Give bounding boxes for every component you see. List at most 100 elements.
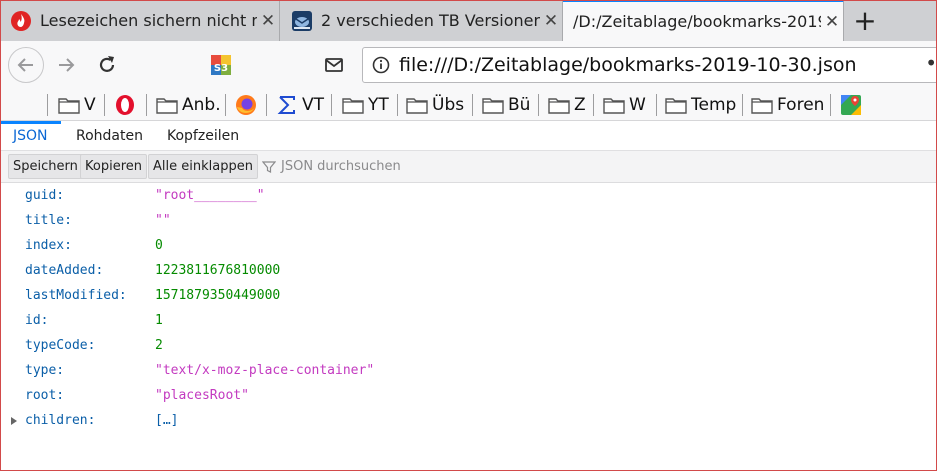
tab-json-file[interactable]: /D:/Zeitablage/bookmarks-2019 ✕ [563,0,844,41]
tab-bookmarks-forum[interactable]: Lesezeichen sichern nicht m ✕ [0,0,280,41]
url-text: file:///D:/Zeitablage/bookmarks-2019-10-… [399,54,857,76]
flame-icon [11,10,31,31]
bookmark-firefox[interactable] [235,93,257,117]
separator [47,94,48,116]
new-tab-button[interactable]: + [846,0,884,41]
bookmark-folder-yt[interactable]: YT [342,93,389,117]
tab-strip: Lesezeichen sichern nicht m ✕ 2 verschie… [0,0,937,41]
folder-icon [406,98,428,114]
json-value: 2 [155,338,163,353]
bookmark-folder-uebs[interactable]: Übs [406,93,464,117]
separator [593,94,594,116]
bookmark-folder-temp[interactable]: Temp [665,93,736,117]
bookmark-label: YT [368,95,389,115]
s3-extension-button[interactable]: S3 [205,49,237,81]
folder-icon [665,98,687,114]
json-value: 0 [155,238,163,253]
tab-json[interactable]: JSON [0,121,60,151]
collapse-all-button[interactable]: Alle einklappen [148,154,258,179]
tab-headers[interactable]: Kopfzeilen [167,121,239,151]
copy-button[interactable]: Kopieren [80,154,147,179]
folder-icon [342,98,364,114]
separator [331,94,332,116]
sigma-icon [277,96,295,114]
bookmark-label: W [629,95,646,115]
maps-icon [841,95,861,115]
bookmark-folder-anb[interactable]: Anb. [156,93,221,117]
folder-icon [58,98,80,114]
bookmark-label: VT [302,95,325,115]
bookmark-folder-w[interactable]: W [603,93,646,117]
mail-button[interactable] [318,49,350,81]
tab-raw-data[interactable]: Rohdaten [76,121,143,151]
arrow-right-icon [59,58,75,72]
folder-icon [548,98,570,114]
bookmark-opera[interactable] [114,93,136,117]
json-row[interactable]: guid: "root________" [0,184,937,209]
reload-button[interactable] [91,49,123,81]
json-row[interactable]: index: 0 [0,234,937,259]
s3-extension-icon: S3 [211,55,231,75]
json-key: type: [25,363,65,378]
folder-icon [482,98,504,114]
bookmark-folder-bue[interactable]: Bü [482,93,530,117]
reload-icon [99,56,115,72]
separator [104,94,105,116]
opera-icon [116,95,134,115]
json-key: guid: [25,188,65,203]
folder-icon [751,98,773,114]
separator [830,94,831,116]
back-button[interactable] [8,47,44,83]
bookmark-maps[interactable] [840,93,862,117]
url-bar[interactable]: file:///D:/Zeitablage/bookmarks-2019-10-… [362,47,937,83]
json-row[interactable]: root: "placesRoot" [0,384,937,409]
json-row[interactable]: title: "" [0,209,937,234]
bookmark-vt[interactable]: VT [276,93,324,117]
separator [538,94,539,116]
json-row[interactable]: id: 1 [0,309,937,334]
json-filter[interactable]: JSON durchsuchen [262,154,401,179]
json-key: root: [25,388,65,403]
json-value: 1223811676810000 [155,263,281,278]
separator [266,94,267,116]
json-row[interactable]: dateAdded: 1223811676810000 [0,259,937,284]
info-icon [372,56,390,74]
json-key: index: [25,238,72,253]
firefox-icon [236,95,256,115]
json-key: lastModified: [25,288,127,303]
page-actions-icon[interactable]: • [925,51,937,75]
json-row[interactable]: lastModified: 1571879350449000 [0,284,937,309]
json-value: "root________" [155,188,265,203]
bookmark-label: Bü [508,95,531,115]
bookmark-label: Anb. [182,95,221,115]
forward-button[interactable] [50,49,82,81]
tab-tb-versions[interactable]: 2 verschieden TB Versionen ✕ [281,0,563,41]
bookmark-folder-foren[interactable]: Foren [751,93,824,117]
separator [742,94,743,116]
save-button[interactable]: Speichern [8,154,83,179]
close-icon[interactable]: ✕ [821,12,843,32]
separator [225,94,226,116]
folder-icon [156,98,178,114]
json-value: "placesRoot" [155,388,249,403]
json-row-children[interactable]: children: […] [0,409,937,434]
json-value: "text/x-moz-place-container" [155,363,375,378]
json-filter-placeholder: JSON durchsuchen [281,159,401,174]
bookmark-label: V [84,95,96,115]
bookmark-label: Z [574,95,586,115]
json-row[interactable]: type: "text/x-moz-place-container" [0,359,937,384]
site-info-button[interactable] [363,56,399,74]
filter-icon [262,160,276,173]
expand-triangle-icon[interactable] [11,417,17,425]
bookmark-label: Übs [432,95,465,115]
bookmark-folder-v[interactable]: V [58,93,96,117]
json-tree: guid: "root________" title: "" index: 0 … [0,184,937,434]
close-icon[interactable]: ✕ [257,11,279,31]
json-value: […] [155,413,179,428]
bookmark-folder-z[interactable]: Z [548,93,586,117]
json-row[interactable]: typeCode: 2 [0,334,937,359]
tab-title: Lesezeichen sichern nicht m [40,11,257,30]
close-icon[interactable]: ✕ [540,11,562,31]
navigation-toolbar: S3 file:///D:/Zeitablage/bookmarks-2019-… [0,41,937,89]
separator [472,94,473,116]
